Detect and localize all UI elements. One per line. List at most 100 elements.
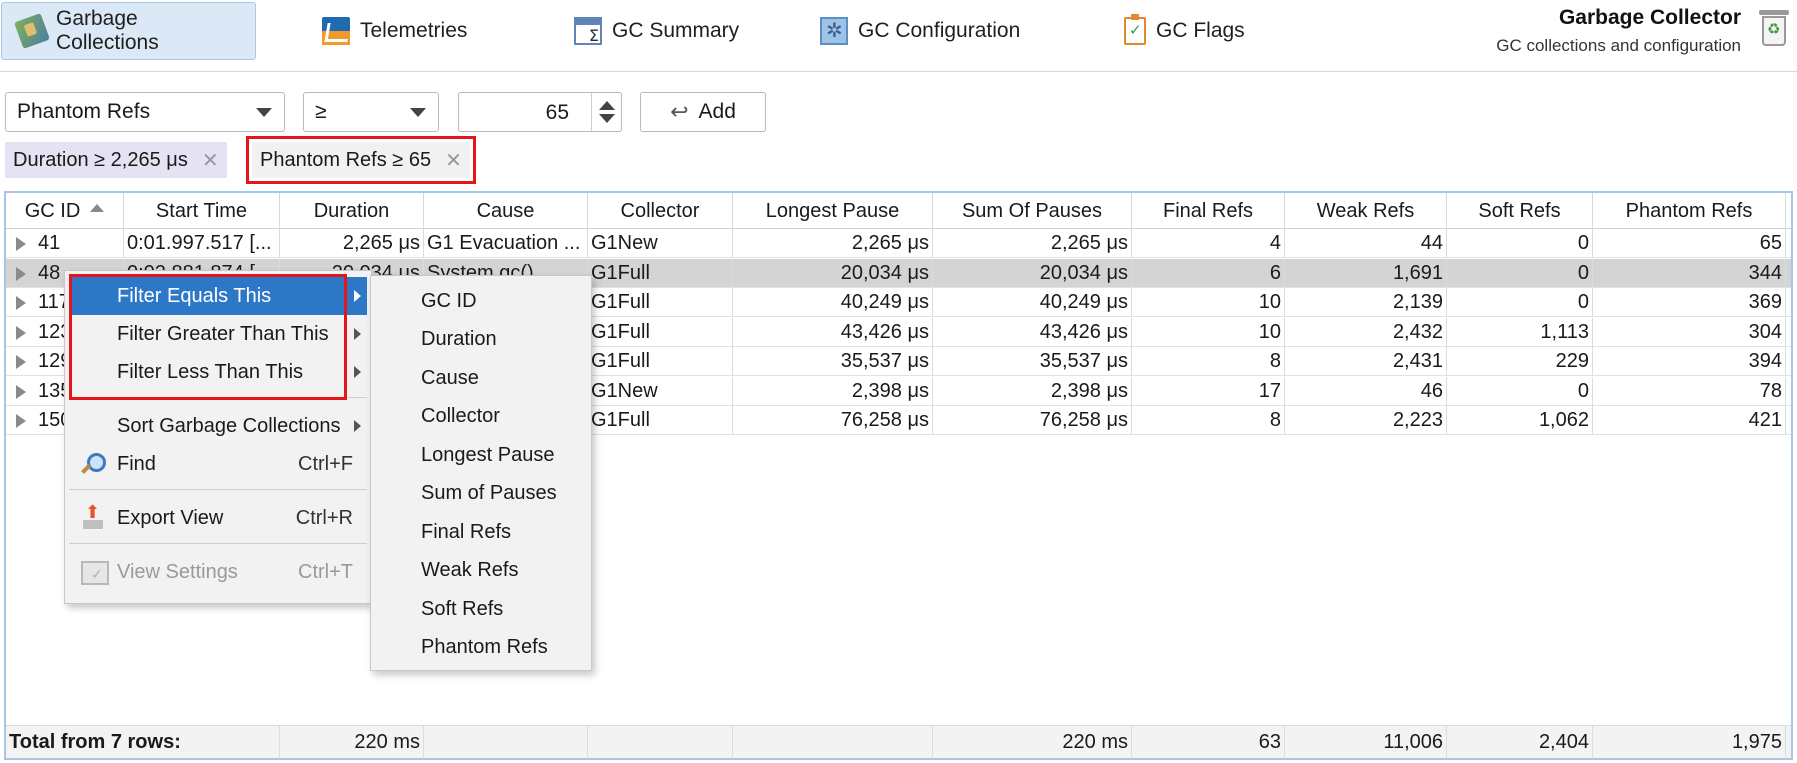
filter-value-spinner[interactable]: 65 bbox=[458, 92, 622, 132]
submenu-item-cause[interactable]: Cause bbox=[421, 359, 479, 397]
submenu-item-longest-pause[interactable]: Longest Pause bbox=[421, 436, 554, 474]
tab-garbage-collections[interactable]: Garbage Collections bbox=[1, 2, 256, 60]
submenu-item-sum-of-pauses[interactable]: Sum of Pauses bbox=[421, 474, 557, 512]
cell-weak-refs: 46 bbox=[1285, 376, 1447, 406]
column-header-collector[interactable]: Collector bbox=[588, 193, 733, 229]
menu-item-label: Sort Garbage Collections bbox=[117, 414, 341, 437]
column-header-longest-pause[interactable]: Longest Pause bbox=[733, 193, 933, 229]
cell-final-refs: 17 bbox=[1132, 376, 1285, 406]
cell-collector: G1Full bbox=[588, 288, 733, 317]
cell-weak-refs: 2,431 bbox=[1285, 347, 1447, 376]
cell-collector: G1Full bbox=[588, 258, 733, 288]
view-settings-icon bbox=[79, 559, 109, 585]
cell-phantom-refs: 369 bbox=[1593, 288, 1786, 317]
tab-gc-configuration[interactable]: GC Configuration bbox=[804, 2, 1036, 60]
export-icon bbox=[79, 502, 105, 531]
column-header-soft-refs[interactable]: Soft Refs bbox=[1447, 193, 1593, 229]
menu-item-export-view[interactable]: Export View Ctrl+R bbox=[69, 499, 367, 537]
menu-separator bbox=[69, 397, 367, 398]
filter-chip-label: Duration ≥ 2,265 μs bbox=[13, 148, 188, 171]
column-header-label: Start Time bbox=[155, 200, 248, 222]
spinner-up-icon[interactable] bbox=[599, 101, 615, 110]
menu-item-sort[interactable]: Sort Garbage Collections bbox=[69, 407, 367, 445]
column-header-weak-refs[interactable]: Weak Refs bbox=[1285, 193, 1447, 229]
cell-longest-pause: 35,537 μs bbox=[733, 347, 933, 376]
tab-gc-summary[interactable]: GC Summary bbox=[558, 2, 755, 60]
filter-operator-value: ≥ bbox=[315, 100, 327, 123]
find-icon bbox=[79, 451, 106, 477]
chevron-down-icon bbox=[256, 108, 272, 117]
enter-arrow-icon: ↩ bbox=[670, 99, 689, 125]
filter-value[interactable]: 65 bbox=[546, 101, 569, 125]
submenu-arrow-icon bbox=[354, 366, 361, 378]
filter-chip-phantom-refs[interactable]: Phantom Refs ≥ 65 ✕ bbox=[246, 136, 476, 184]
filter-operator-select[interactable]: ≥ bbox=[303, 92, 439, 132]
submenu-item-collector[interactable]: Collector bbox=[421, 397, 500, 435]
gc-summary-icon bbox=[574, 17, 602, 45]
column-header-duration[interactable]: Duration bbox=[280, 193, 424, 229]
menu-item-filter-less[interactable]: Filter Less Than This bbox=[69, 353, 367, 391]
cell-gc-id: 41 bbox=[6, 229, 124, 258]
cell-longest-pause: 43,426 μs bbox=[733, 317, 933, 347]
menu-item-find[interactable]: Find Ctrl+F bbox=[69, 445, 367, 483]
tab-telemetries[interactable]: Telemetries bbox=[306, 2, 483, 60]
submenu-item-final-refs[interactable]: Final Refs bbox=[421, 513, 511, 551]
cell-collector: G1Full bbox=[588, 347, 733, 376]
cell-sum-of-pauses: 2,398 μs bbox=[933, 376, 1132, 406]
menu-item-filter-greater[interactable]: Filter Greater Than This bbox=[69, 315, 367, 353]
submenu-item-gc-id[interactable]: GC ID bbox=[421, 282, 477, 320]
column-header-start-time[interactable]: Start Time bbox=[124, 193, 280, 229]
chevron-down-icon bbox=[410, 108, 426, 117]
view-tab-bar: Garbage Collections Telemetries GC Summa… bbox=[0, 0, 1797, 72]
gc-configuration-icon bbox=[820, 17, 848, 45]
cell-phantom-refs: 394 bbox=[1593, 347, 1786, 376]
cell-longest-pause: 76,258 μs bbox=[733, 406, 933, 435]
gc-flags-icon bbox=[1124, 14, 1146, 45]
add-filter-button[interactable]: ↩ Add bbox=[640, 92, 766, 132]
cell-final-refs: 8 bbox=[1132, 347, 1285, 376]
tab-label: GC Summary bbox=[612, 19, 740, 42]
column-header-label: Cause bbox=[476, 200, 535, 222]
table-row[interactable]: 41 0:01.997.517 [... 2,265 μs G1 Evacuation… bbox=[6, 229, 1791, 258]
cell-weak-refs: 1,691 bbox=[1285, 258, 1447, 288]
cell-sum-of-pauses: 40,249 μs bbox=[933, 288, 1132, 317]
cell-sum-of-pauses: 76,258 μs bbox=[933, 406, 1132, 435]
submenu-item-phantom-refs[interactable]: Phantom Refs bbox=[421, 628, 548, 666]
column-header-final-refs[interactable]: Final Refs bbox=[1132, 193, 1285, 229]
close-icon[interactable]: ✕ bbox=[202, 148, 219, 172]
cell-sum-of-pauses: 2,265 μs bbox=[933, 229, 1132, 258]
sort-ascending-icon bbox=[90, 203, 105, 212]
column-header-label: Sum Of Pauses bbox=[961, 200, 1103, 222]
filter-column-select[interactable]: Phantom Refs bbox=[5, 92, 285, 132]
context-menu: Filter Equals This Filter Greater Than T… bbox=[64, 270, 372, 604]
menu-item-label: Filter Equals This bbox=[117, 284, 272, 307]
close-icon[interactable]: ✕ bbox=[445, 148, 462, 172]
column-header-gc-id[interactable]: GC ID bbox=[6, 193, 124, 229]
spinner-buttons[interactable] bbox=[591, 93, 621, 131]
cell-collector: G1Full bbox=[588, 406, 733, 435]
column-header-cause[interactable]: Cause bbox=[424, 193, 588, 229]
submenu-item-soft-refs[interactable]: Soft Refs bbox=[421, 590, 503, 628]
footer-longest-pause bbox=[733, 726, 933, 759]
column-header-label: Weak Refs bbox=[1316, 200, 1415, 222]
filter-column-value: Phantom Refs bbox=[17, 100, 151, 123]
submenu-item-duration[interactable]: Duration bbox=[421, 320, 497, 358]
filter-chip-duration[interactable]: Duration ≥ 2,265 μs ✕ bbox=[5, 142, 227, 178]
cell-longest-pause: 40,249 μs bbox=[733, 288, 933, 317]
cell-soft-refs: 1,113 bbox=[1447, 317, 1593, 347]
spinner-down-icon[interactable] bbox=[599, 114, 615, 123]
menu-item-label: Filter Greater Than This bbox=[117, 322, 329, 345]
cell-weak-refs: 44 bbox=[1285, 229, 1447, 258]
submenu-item-weak-refs[interactable]: Weak Refs bbox=[421, 551, 518, 589]
column-header-phantom-refs[interactable]: Phantom Refs bbox=[1593, 193, 1786, 229]
cell-collector: G1New bbox=[588, 229, 733, 258]
footer-duration: 220 ms bbox=[280, 726, 424, 759]
cell-start-time: 0:01.997.517 [... bbox=[124, 229, 280, 258]
column-header-sum-of-pauses[interactable]: Sum Of Pauses bbox=[933, 193, 1132, 229]
tab-label: GC Flags bbox=[1156, 19, 1245, 42]
view-title: Garbage Collector bbox=[1558, 6, 1741, 29]
tab-gc-flags[interactable]: GC Flags bbox=[1108, 2, 1261, 60]
menu-item-filter-equals[interactable]: Filter Equals This bbox=[69, 277, 367, 315]
cell-soft-refs: 229 bbox=[1447, 347, 1593, 376]
cell-weak-refs: 2,139 bbox=[1285, 288, 1447, 317]
